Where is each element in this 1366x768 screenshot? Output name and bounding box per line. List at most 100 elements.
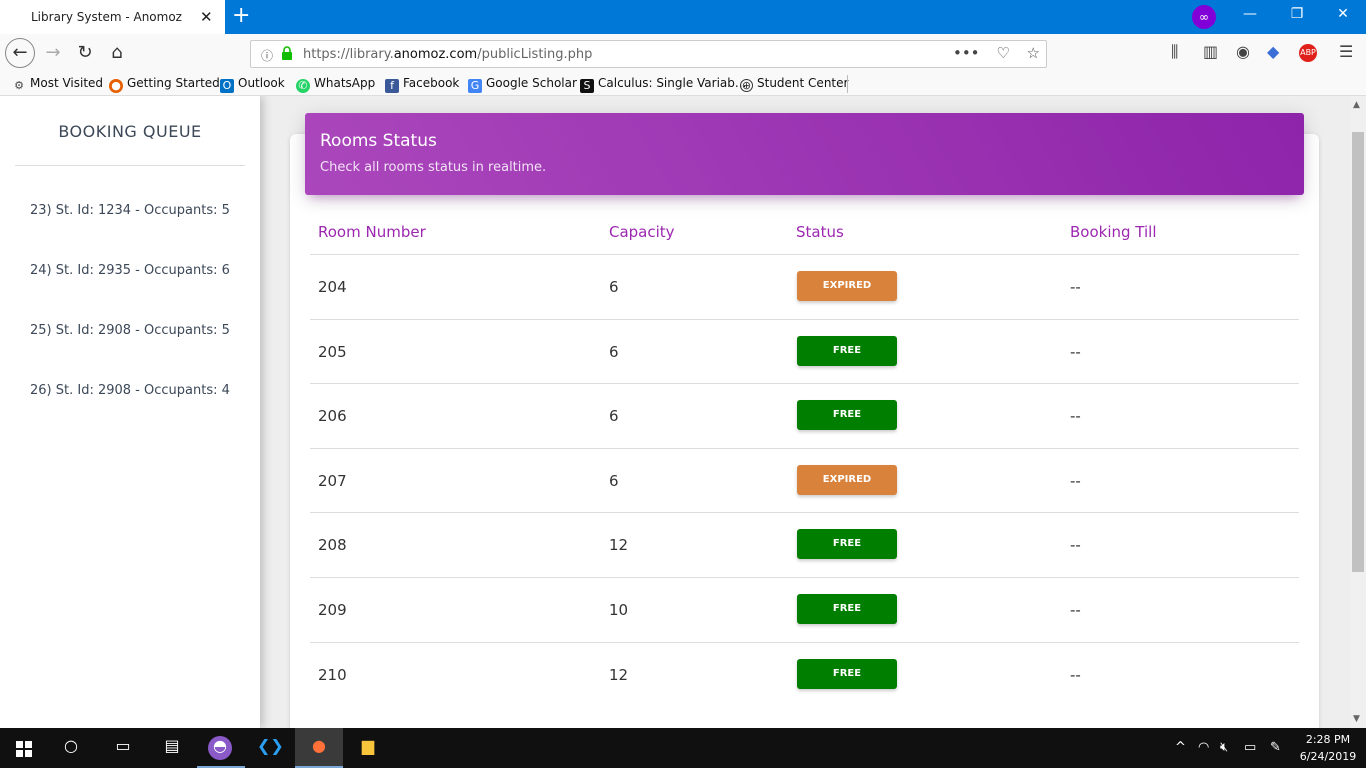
booking-till-cell: -- — [1070, 278, 1081, 296]
new-tab-plus-icon[interactable]: + — [232, 3, 250, 29]
status-badge: EXPIRED — [797, 464, 897, 495]
table-row: 208 12 FREE -- — [310, 512, 1299, 576]
windows-taskbar: ○ ▭ ▤ ◓ ❮❯ ● ▆ ^ ◠ 🔇︎ ▭ ✎ 2:28 PM 6/24/2… — [0, 728, 1366, 768]
queue-item: 25) St. Id: 2908 - Occupants: 5 — [30, 323, 230, 338]
minimize-icon[interactable]: — — [1240, 6, 1260, 22]
bookmark-student-center[interactable]: ⊕ Student Center — [740, 76, 848, 92]
home-icon[interactable]: ⌂ — [103, 39, 131, 67]
scholar-icon: G — [468, 79, 482, 93]
capacity-cell: 6 — [609, 278, 619, 296]
scroll-down-arrow-icon[interactable]: ▼ — [1353, 714, 1360, 724]
bookmark-outlook[interactable]: O Outlook — [220, 76, 285, 93]
status-badge: FREE — [797, 658, 897, 689]
sidebar-title: BOOKING QUEUE — [58, 122, 202, 141]
card-subtitle: Check all rooms status in realtime. — [320, 160, 547, 175]
task-view-icon[interactable]: ▭ — [110, 736, 136, 760]
booking-till-cell: -- — [1070, 536, 1081, 555]
github-desktop-icon[interactable]: ◓ — [208, 736, 232, 760]
tab-title: Library System - Anomoz — [31, 10, 182, 24]
private-browsing-mask-icon: ∞ — [1192, 5, 1216, 29]
library-icon[interactable]: ⫼ — [1171, 42, 1178, 62]
bookmark-google-scholar[interactable]: G Google Scholar — [468, 76, 577, 93]
booking-queue-sidebar: BOOKING QUEUE 23) St. Id: 1234 - Occupan… — [0, 96, 260, 728]
sidebar-icon[interactable]: ▥ — [1203, 42, 1218, 61]
back-arrow-icon[interactable]: ← — [5, 38, 35, 68]
menu-hamburger-icon[interactable]: ☰ — [1339, 42, 1353, 61]
header-room-number: Room Number — [318, 223, 426, 241]
table-row: 207 6 EXPIRED -- — [310, 447, 1299, 512]
pocket-icon[interactable]: ♡ — [996, 44, 1009, 62]
queue-item: 24) St. Id: 2935 - Occupants: 6 — [30, 263, 230, 278]
page-actions-icon[interactable]: ••• — [953, 44, 980, 62]
status-badge: FREE — [797, 335, 897, 366]
windows-start-icon[interactable] — [16, 741, 32, 757]
booking-till-cell: -- — [1070, 665, 1081, 684]
room-number-cell: 209 — [318, 601, 347, 619]
vscode-icon[interactable]: ❮❯ — [257, 736, 284, 760]
bookmark-separator — [847, 75, 848, 93]
scroll-thumb[interactable] — [1352, 132, 1364, 572]
page-content: BOOKING QUEUE 23) St. Id: 1234 - Occupan… — [0, 96, 1350, 728]
status-badge: EXPIRED — [797, 271, 897, 301]
capacity-cell: 6 — [609, 342, 619, 361]
booking-till-cell: -- — [1070, 407, 1081, 426]
pen-icon[interactable]: ✎ — [1270, 740, 1281, 755]
url-bar[interactable]: ⓘ https://library.anomoz.com/publicListi… — [250, 40, 1047, 68]
battery-icon[interactable]: ▭ — [1244, 740, 1256, 755]
bookmark-calculus[interactable]: S Calculus: Single Variab... — [580, 76, 746, 93]
tab-close-icon[interactable]: ✕ — [200, 8, 213, 26]
scroll-up-arrow-icon[interactable]: ▲ — [1353, 100, 1360, 110]
capacity-cell: 10 — [609, 601, 629, 619]
page-scrollbar[interactable]: ▲ ▼ — [1350, 96, 1366, 728]
wifi-icon[interactable]: ◠ — [1198, 740, 1209, 755]
scholar-extension-icon[interactable]: ◆ — [1267, 42, 1279, 61]
clock-time: 2:28 PM — [1305, 733, 1351, 746]
room-number-cell: 204 — [318, 278, 347, 296]
bookmarks-toolbar: ⚙ Most Visited ● Getting Started O Outlook … — [0, 72, 1366, 96]
room-number-cell: 206 — [318, 407, 347, 426]
forward-arrow-icon[interactable]: → — [39, 39, 67, 67]
clock-date: 6/24/2019 — [1299, 750, 1357, 763]
close-window-icon[interactable]: ✕ — [1333, 6, 1353, 22]
queue-item: 26) St. Id: 2908 - Occupants: 4 — [30, 383, 230, 398]
card-header: Rooms Status Check all rooms status in r… — [305, 113, 1304, 195]
bookmark-getting-started[interactable]: ● Getting Started — [109, 76, 220, 93]
calculus-icon: S — [580, 79, 594, 93]
header-booking-till: Booking Till — [1070, 223, 1157, 241]
bookmark-star-icon[interactable]: ☆ — [1027, 44, 1040, 62]
table-row: 206 6 FREE -- — [310, 383, 1299, 447]
room-number-cell: 210 — [318, 665, 347, 684]
volume-muted-icon[interactable]: 🔇︎ — [1220, 740, 1228, 755]
reload-icon[interactable]: ↻ — [71, 39, 99, 67]
table-row: 210 12 FREE -- — [310, 641, 1299, 706]
room-number-cell: 205 — [318, 342, 347, 361]
capacity-cell: 6 — [609, 407, 619, 426]
adblock-plus-icon[interactable]: ABP — [1299, 44, 1317, 62]
firefox-icon[interactable]: ● — [306, 736, 332, 760]
queue-item: 23) St. Id: 1234 - Occupants: 5 — [30, 203, 230, 218]
bookmark-facebook[interactable]: f Facebook — [385, 76, 459, 93]
gear-icon: ⚙ — [14, 79, 24, 92]
browser-tab[interactable]: Library System - Anomoz ✕ — [0, 0, 225, 34]
restore-icon[interactable]: ❐ — [1287, 6, 1307, 22]
bookmark-most-visited[interactable]: ⚙ Most Visited — [12, 76, 103, 93]
extension-icon[interactable]: ◉ — [1236, 42, 1250, 61]
globe-icon: ⊕ — [740, 79, 753, 92]
file-explorer-icon[interactable]: ▆ — [355, 736, 381, 760]
site-info-icon[interactable]: ⓘ — [261, 47, 273, 64]
room-number-cell: 207 — [318, 471, 347, 490]
tray-chevron-up-icon[interactable]: ^ — [1175, 740, 1186, 755]
capacity-cell: 12 — [609, 665, 629, 684]
booking-till-cell: -- — [1070, 471, 1081, 490]
system-clock[interactable]: 2:28 PM 6/24/2019 — [1296, 731, 1360, 765]
cortana-search-icon[interactable]: ○ — [58, 736, 84, 760]
bookmark-whatsapp[interactable]: ✆ WhatsApp — [296, 76, 375, 93]
outlook-icon: O — [220, 79, 234, 93]
status-badge: FREE — [797, 529, 897, 560]
app-icon[interactable]: ▤ — [159, 736, 185, 760]
facebook-icon: f — [385, 79, 399, 93]
header-capacity: Capacity — [609, 223, 675, 241]
table-row: 205 6 FREE -- — [310, 318, 1299, 383]
navigation-bar: ← → ↻ ⌂ ⓘ https://library.anomoz.com/pub… — [0, 34, 1366, 72]
capacity-cell: 12 — [609, 536, 629, 555]
